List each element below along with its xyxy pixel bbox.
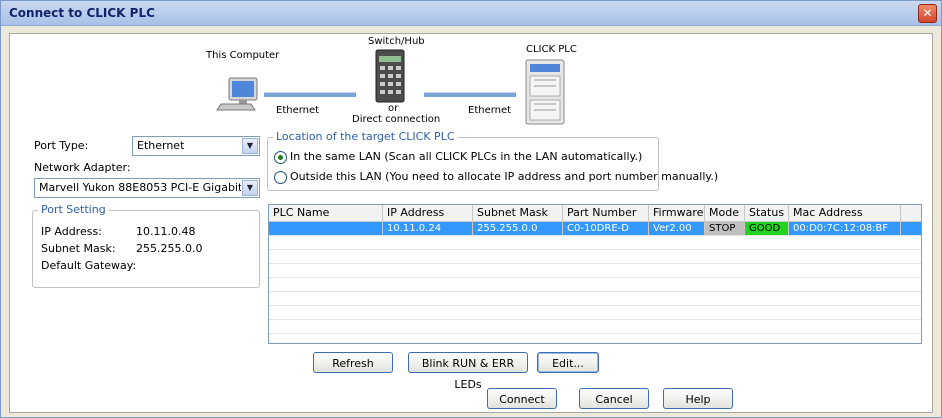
column-header-filler [901, 205, 921, 221]
cell-mode: STOP [705, 222, 745, 235]
help-button[interactable]: Help [663, 388, 733, 409]
chevron-down-icon: ▼ [242, 180, 258, 196]
or-label: or [388, 103, 399, 114]
empty-row [269, 306, 921, 320]
ethernet-right-label: Ethernet [468, 105, 512, 116]
close-button[interactable]: ✕ [918, 4, 937, 23]
port-type-value: Ethernet [137, 139, 185, 152]
port-type-select[interactable]: Ethernet ▼ [132, 136, 260, 156]
same-lan-label[interactable]: In the same LAN (Scan all CLICK PLCs in … [290, 150, 642, 163]
port-setting-group: Port Setting IP Address: 10.11.0.48 Subn… [32, 203, 260, 288]
chevron-down-icon: ▼ [242, 138, 258, 154]
ip-address-label: IP Address: [41, 225, 102, 238]
click-plc-label: CLICK PLC [526, 44, 577, 55]
network-line-left [264, 92, 356, 97]
column-header-plc-name[interactable]: PLC Name [269, 205, 383, 221]
location-group: Location of the target CLICK PLC In the … [267, 130, 718, 191]
column-header-mac-address[interactable]: Mac Address [789, 205, 901, 221]
connect-dialog: Connect to CLICK PLC ✕ This Computer Swi… [0, 0, 942, 418]
empty-row [269, 278, 921, 292]
plc-icon [520, 58, 570, 126]
ip-address-value: 10.11.0.48 [136, 225, 196, 238]
network-adapter-label: Network Adapter: [34, 161, 131, 174]
column-header-subnet-mask[interactable]: Subnet Mask [473, 205, 563, 221]
cell-status: GOOD [745, 222, 789, 235]
empty-row [269, 236, 921, 250]
connect-button[interactable]: Connect [487, 388, 557, 409]
cell-mac-address: 00:D0:7C:12:08:BF [789, 222, 901, 235]
edit-button[interactable]: Edit... [537, 352, 599, 373]
cell-plc-name [269, 222, 383, 235]
column-header-ip-address[interactable]: IP Address [383, 205, 473, 221]
window-title: Connect to CLICK PLC [9, 6, 155, 20]
empty-row [269, 250, 921, 264]
subnet-mask-value: 255.255.0.0 [136, 242, 203, 255]
empty-row [269, 292, 921, 306]
default-gateway-label: Default Gateway: [41, 259, 137, 272]
network-adapter-value: Marvell Yukon 88E8053 PCI-E Gigabit Ethe… [39, 181, 241, 194]
port-setting-legend: Port Setting [38, 203, 109, 216]
cell-firmware: Ver2.00 [649, 222, 705, 235]
table-header: PLC Name IP Address Subnet Mask Part Num… [269, 205, 921, 222]
cell-part-number: C0-10DRE-D [563, 222, 649, 235]
column-header-firmware[interactable]: Firmware [649, 205, 705, 221]
network-adapter-select[interactable]: Marvell Yukon 88E8053 PCI-E Gigabit Ethe… [34, 178, 260, 198]
this-computer-label: This Computer [206, 50, 280, 61]
column-header-status[interactable]: Status [745, 205, 789, 221]
title-bar: Connect to CLICK PLC ✕ [1, 1, 941, 26]
computer-icon [215, 74, 265, 114]
outside-lan-label[interactable]: Outside this LAN (You need to allocate I… [290, 170, 718, 183]
empty-row [269, 264, 921, 278]
switch-hub-icon [370, 48, 410, 104]
ethernet-left-label: Ethernet [276, 105, 320, 116]
blink-leds-button[interactable]: Blink RUN & ERR LEDs [408, 352, 528, 391]
location-legend: Location of the target CLICK PLC [273, 130, 458, 143]
cell-ip-address: 10.11.0.24 [383, 222, 473, 235]
refresh-button[interactable]: Refresh [313, 352, 393, 373]
dialog-body: This Computer Switch/Hub CLICK PLC Ether… [9, 33, 933, 413]
direct-connection-label: Direct connection [352, 114, 441, 125]
close-icon: ✕ [922, 6, 933, 20]
same-lan-radio[interactable] [274, 151, 287, 164]
cancel-button[interactable]: Cancel [579, 388, 649, 409]
port-type-label: Port Type: [34, 139, 89, 152]
column-header-part-number[interactable]: Part Number [563, 205, 649, 221]
outside-lan-radio[interactable] [274, 171, 287, 184]
plc-table: PLC Name IP Address Subnet Mask Part Num… [268, 204, 922, 344]
network-line-right [424, 92, 516, 97]
empty-row [269, 320, 921, 334]
column-header-mode[interactable]: Mode [705, 205, 745, 221]
switch-hub-label: Switch/Hub [368, 36, 425, 47]
table-row[interactable]: 10.11.0.24 255.255.0.0 C0-10DRE-D Ver2.0… [269, 222, 921, 236]
cell-subnet-mask: 255.255.0.0 [473, 222, 563, 235]
subnet-mask-label: Subnet Mask: [41, 242, 116, 255]
